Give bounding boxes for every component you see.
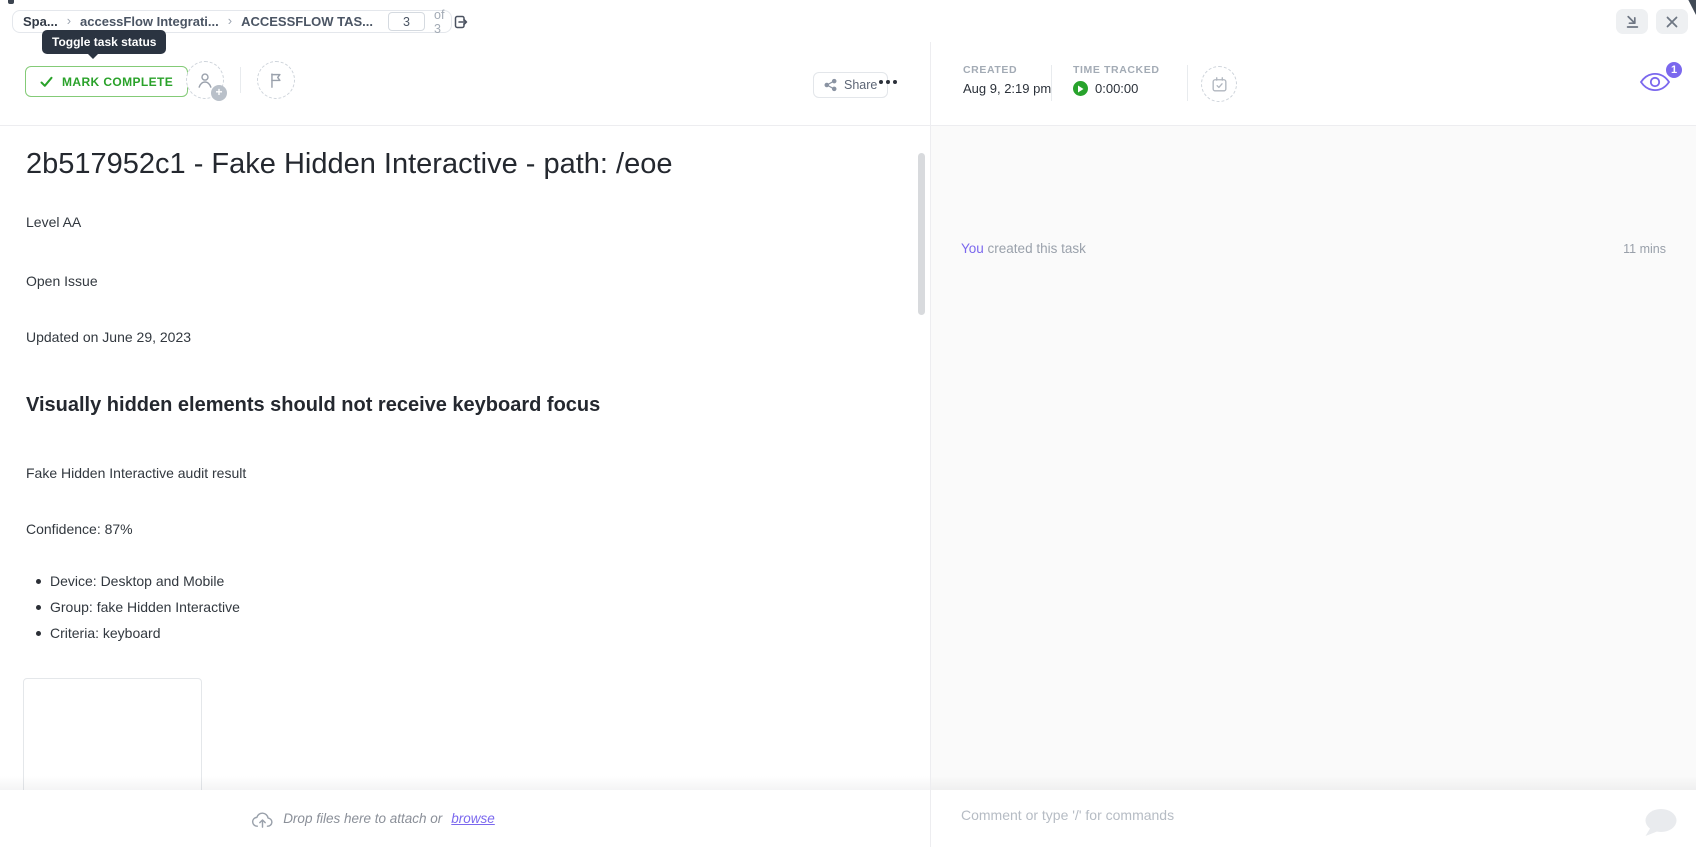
drop-files-text: Drop files here to attach or xyxy=(283,811,442,826)
activity-actor[interactable]: You xyxy=(961,241,984,256)
bullet-item: Device: Desktop and Mobile xyxy=(50,568,240,594)
created-label: CREATED xyxy=(963,64,1051,76)
meta-divider xyxy=(1187,65,1188,101)
background-artifact-corner xyxy=(1687,0,1696,15)
top-bar: Spa... › accessFlow Integrati... › ACCES… xyxy=(0,0,1696,42)
meta-divider xyxy=(1051,65,1052,101)
task-paragraph: Confidence: 87% xyxy=(26,521,133,538)
mark-complete-button[interactable]: MARK COMPLETE xyxy=(25,66,188,97)
tooltip-toggle-task-status: Toggle task status xyxy=(42,30,166,54)
breadcrumb-list[interactable]: ACCESSFLOW TAS... xyxy=(241,14,373,29)
breadcrumb-space[interactable]: Spa... xyxy=(23,14,58,29)
activity-timestamp: 11 mins xyxy=(1623,242,1666,256)
watchers-button[interactable]: 1 xyxy=(1637,66,1685,106)
dock-arrow-icon xyxy=(1624,13,1641,30)
set-priority-button[interactable] xyxy=(257,61,295,99)
calendar-check-icon xyxy=(1210,75,1229,94)
bullet-item: Criteria: keyboard xyxy=(50,620,240,646)
task-title[interactable]: 2b517952c1 - Fake Hidden Interactive - p… xyxy=(26,148,672,181)
attachment-placeholder[interactable] xyxy=(23,678,202,790)
activity-action: created this task xyxy=(988,241,1086,256)
content-scrollbar[interactable] xyxy=(918,153,925,315)
task-paragraph: Fake Hidden Interactive audit result xyxy=(26,465,246,482)
plus-icon: + xyxy=(211,85,227,101)
close-icon xyxy=(1665,15,1679,29)
created-meta: CREATED Aug 9, 2:19 pm xyxy=(963,64,1051,96)
play-icon xyxy=(1077,85,1084,93)
chevron-right-icon: › xyxy=(228,13,232,28)
activity-feed: You created this task 11 mins xyxy=(931,126,1696,790)
open-in-new-icon[interactable] xyxy=(453,14,469,30)
minimize-task-button[interactable] xyxy=(1616,9,1648,34)
cloud-upload-icon xyxy=(251,809,274,829)
task-body: 2b517952c1 - Fake Hidden Interactive - p… xyxy=(0,126,930,790)
background-artifact xyxy=(8,0,14,4)
more-options-button[interactable] xyxy=(875,76,901,88)
task-index-input[interactable] xyxy=(388,12,425,31)
task-paragraph: Open Issue xyxy=(26,273,98,290)
toolbar-divider xyxy=(240,67,241,93)
add-assignee-button[interactable]: + xyxy=(186,61,224,99)
breadcrumb-folder[interactable]: accessFlow Integrati... xyxy=(80,14,219,29)
task-paragraph: Updated on June 29, 2023 xyxy=(26,329,191,346)
browse-link[interactable]: browse xyxy=(451,811,495,826)
bullet-item: Group: fake Hidden Interactive xyxy=(50,594,240,620)
task-section-heading: Visually hidden elements should not rece… xyxy=(26,394,600,417)
share-icon xyxy=(824,78,837,92)
flag-icon xyxy=(267,71,285,89)
activity-panel: CREATED Aug 9, 2:19 pm TIME TRACKED 0:00… xyxy=(930,42,1696,847)
task-index-total: of 3 xyxy=(434,8,444,36)
activity-item: You created this task 11 mins xyxy=(961,241,1666,256)
task-modal: Spa... › accessFlow Integrati... › ACCES… xyxy=(0,0,1696,847)
created-value: Aug 9, 2:19 pm xyxy=(963,81,1051,96)
time-tracked-label: TIME TRACKED xyxy=(1073,64,1160,76)
set-due-date-button[interactable] xyxy=(1201,66,1237,102)
check-icon xyxy=(40,76,53,88)
watcher-count-badge: 1 xyxy=(1664,60,1684,80)
close-task-button[interactable] xyxy=(1656,9,1688,34)
task-bullet-list: Device: Desktop and Mobile Group: fake H… xyxy=(50,568,240,646)
comment-input[interactable] xyxy=(961,807,1521,823)
task-toolbar: MARK COMPLETE + xyxy=(0,42,930,126)
attachment-dropzone[interactable]: Drop files here to attach or browse xyxy=(0,790,930,847)
task-detail-panel: MARK COMPLETE + xyxy=(0,42,930,847)
comment-bubble-icon[interactable] xyxy=(1642,808,1678,838)
time-tracked-meta: TIME TRACKED 0:00:00 xyxy=(1073,64,1160,96)
time-tracked-value: 0:00:00 xyxy=(1095,81,1138,96)
task-paragraph: Level AA xyxy=(26,214,81,231)
chevron-right-icon: › xyxy=(67,13,71,28)
comment-bar xyxy=(931,790,1696,847)
activity-header: CREATED Aug 9, 2:19 pm TIME TRACKED 0:00… xyxy=(931,42,1696,126)
start-timer-button[interactable] xyxy=(1073,81,1088,96)
